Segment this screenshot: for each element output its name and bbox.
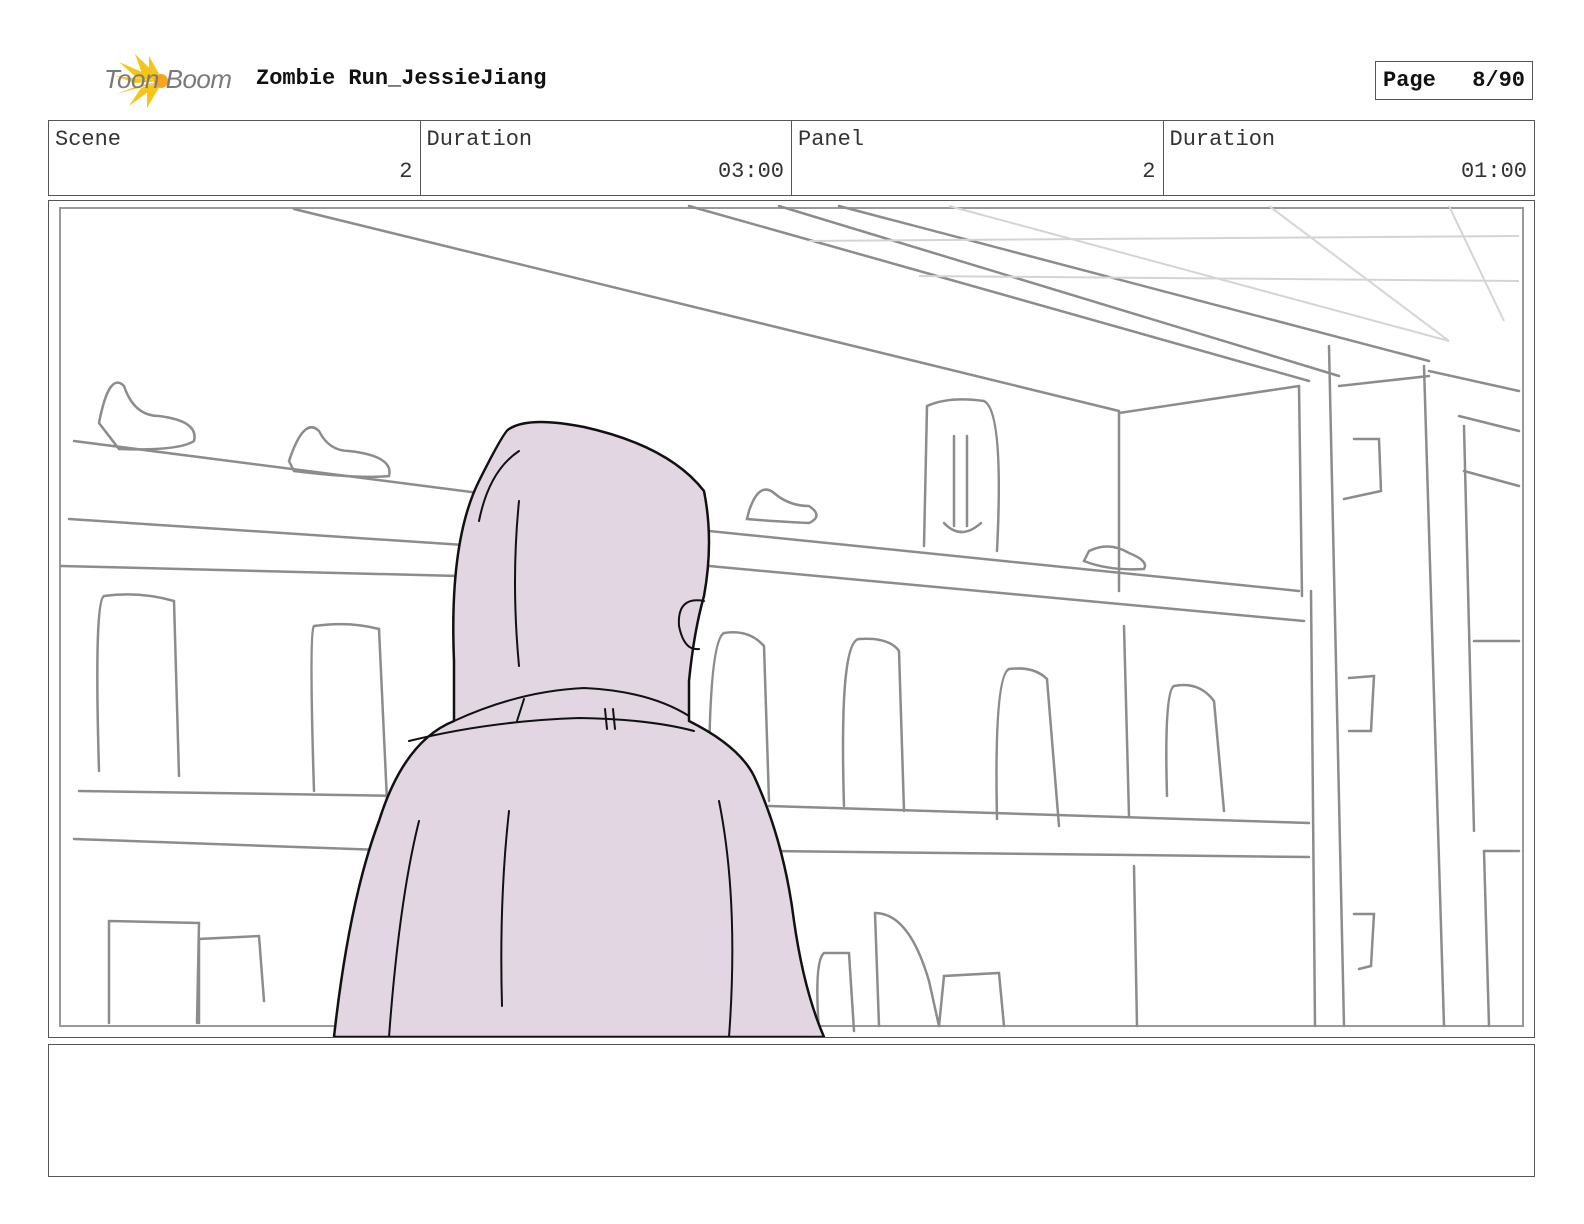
panel-cell: Panel 2 (792, 121, 1164, 195)
page-number: 8/90 (1472, 68, 1525, 93)
scene-label: Scene (55, 127, 122, 152)
panel-duration-cell: Duration 01:00 (1164, 121, 1535, 195)
panel-sketch (59, 204, 1524, 1037)
scene-duration-value: 03:00 (717, 159, 784, 184)
project-title: Zombie Run_JessieJiang (256, 66, 547, 91)
scene-value: 2 (399, 159, 413, 184)
panel-info-table: Scene 2 Duration 03:00 Panel 2 Duration … (48, 120, 1535, 196)
page-label: Page (1383, 68, 1436, 93)
panel-duration-label: Duration (1169, 127, 1276, 152)
panel-value: 2 (1142, 159, 1156, 184)
panel-duration-value: 01:00 (1460, 159, 1527, 184)
panel-label: Panel (798, 127, 865, 152)
panel-notes (48, 1044, 1535, 1177)
page-indicator: Page 8/90 (1375, 61, 1533, 100)
brand-name: Toon Boom (104, 64, 232, 94)
scene-duration-label: Duration (426, 127, 533, 152)
storyboard-panel (48, 200, 1535, 1038)
scene-duration-cell: Duration 03:00 (421, 121, 792, 195)
scene-cell: Scene 2 (49, 121, 421, 195)
